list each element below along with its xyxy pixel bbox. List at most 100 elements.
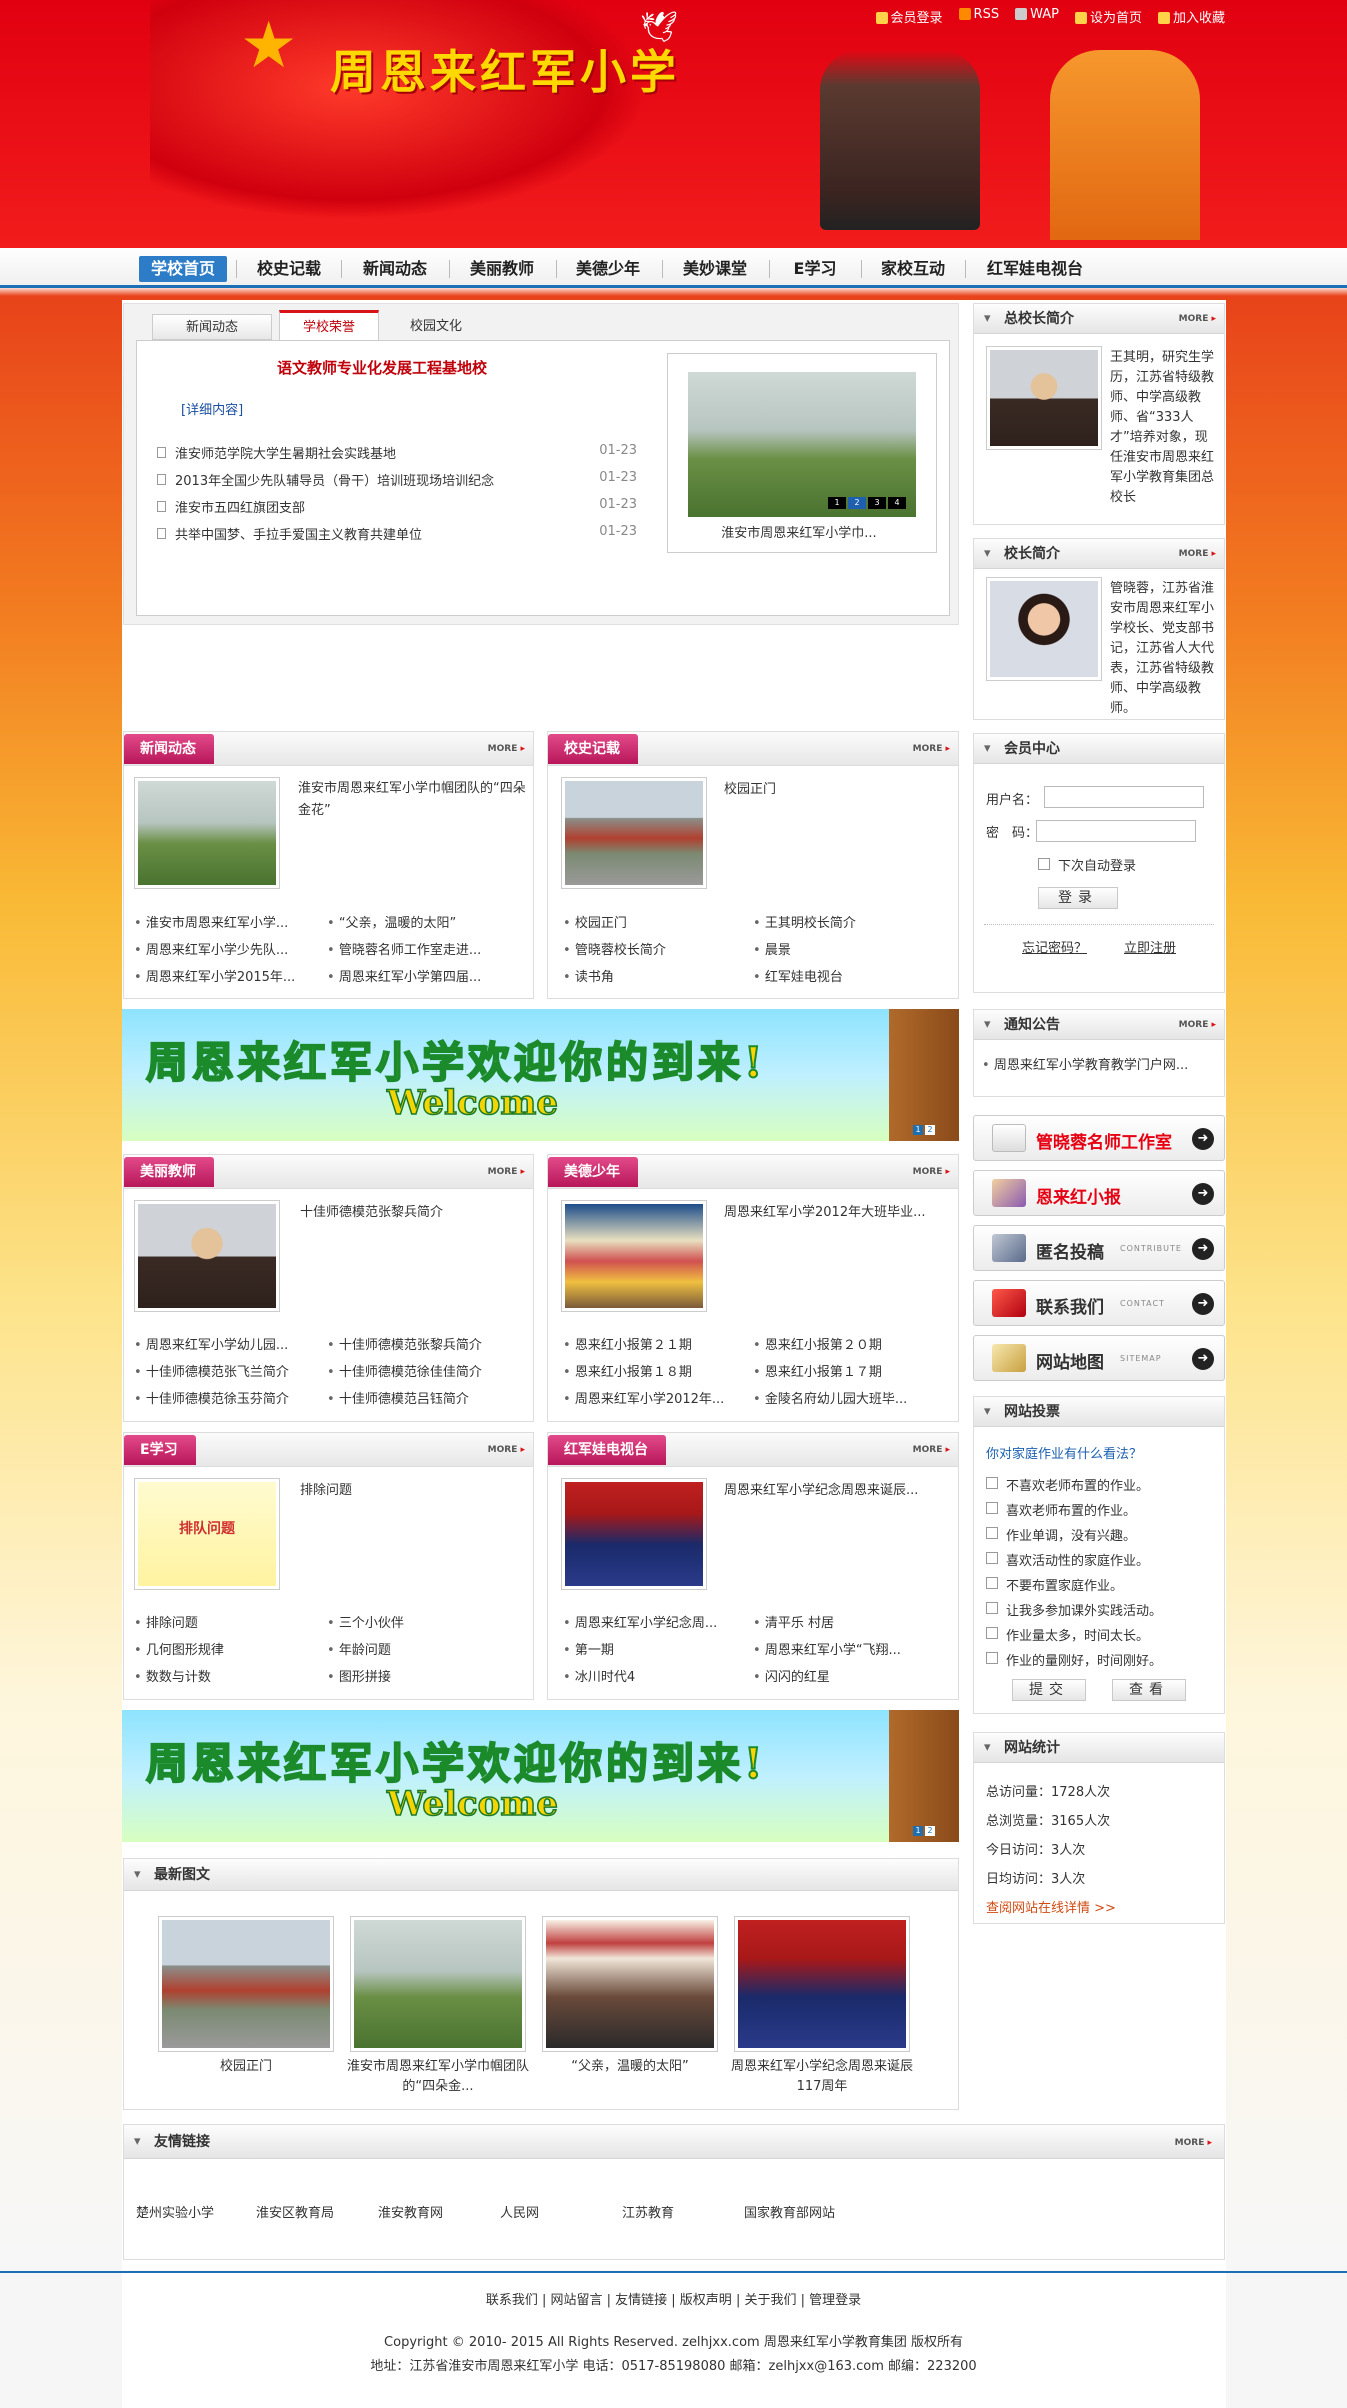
list-item[interactable]: 几何图形规律	[134, 1639, 319, 1658]
latest-thumbnail[interactable]	[542, 1916, 718, 2052]
vote-checkbox[interactable]	[986, 1627, 998, 1639]
list-item[interactable]: 周恩来红军小学纪念周...	[563, 1612, 748, 1631]
member-login-link[interactable]: 会员登录	[875, 7, 943, 26]
list-item[interactable]: 共举中国梦、手拉手爱国主义教育共建单位 01-23	[157, 524, 637, 544]
contribute-button[interactable]: 匿名投稿 CONTRIBUTE ➜	[973, 1225, 1225, 1271]
list-item[interactable]: 淮安市五四红旗团支部 01-23	[157, 497, 637, 517]
forgot-password-link[interactable]: 忘记密码？	[1022, 937, 1087, 956]
list-item[interactable]: 十佳师德模范徐佳佳简介	[327, 1361, 527, 1380]
list-item[interactable]: 第一期	[563, 1639, 748, 1658]
vote-checkbox[interactable]	[986, 1527, 998, 1539]
more-link[interactable]: MORE	[1179, 549, 1216, 559]
nav-teachers[interactable]: 美丽教师	[457, 256, 547, 282]
vote-option[interactable]: 让我多参加课外实践活动。	[986, 1600, 1162, 1619]
password-input[interactable]	[1036, 820, 1196, 842]
news-lead-title[interactable]: 淮安市周恩来红军小学巾帼团队的“四朵金花”	[298, 778, 526, 822]
footer-links[interactable]: 联系我们 | 网站留言 | 友情链接 | 版权声明 | 关于我们 | 管理登录	[0, 2289, 1347, 2308]
more-link[interactable]: MORE	[488, 1167, 525, 1177]
friend-link[interactable]: 楚州实验小学	[136, 2202, 214, 2221]
slide-page[interactable]: 2	[848, 497, 866, 509]
list-item[interactable]: 排除问题	[134, 1612, 319, 1631]
banner-page[interactable]: 1	[913, 1826, 923, 1836]
welcome-banner[interactable]: 周恩来红军小学欢迎你的到来! Welcome 12	[122, 1710, 959, 1842]
list-item[interactable]: 2013年全国少先队辅导员（骨干）培训班现场培训纪念 01-23	[157, 470, 637, 490]
banner-page[interactable]: 1	[913, 1125, 923, 1135]
feature-headline[interactable]: 语文教师专业化发展工程基地校	[187, 357, 577, 378]
vote-submit-button[interactable]: 提交	[1012, 1679, 1086, 1701]
list-item[interactable]: 周恩来红军小学2015年...	[134, 966, 314, 985]
list-item[interactable]: 恩来红小报第２０期	[753, 1334, 953, 1353]
tv-lead-title[interactable]: 周恩来红军小学纪念周恩来诞辰...	[724, 1479, 952, 1498]
wap-link[interactable]: WAP	[1015, 7, 1059, 26]
principal-photo[interactable]	[986, 577, 1102, 681]
youth-lead-title[interactable]: 周恩来红军小学2012年大班毕业...	[724, 1201, 952, 1220]
list-item[interactable]: 红军娃电视台	[753, 966, 953, 985]
vote-checkbox[interactable]	[986, 1552, 998, 1564]
more-link[interactable]: MORE	[913, 744, 950, 754]
latest-thumbnail[interactable]	[158, 1916, 334, 2052]
vote-option[interactable]: 作业量太多，时间太长。	[986, 1625, 1149, 1644]
teacher-lead-title[interactable]: 十佳师德模范张黎兵简介	[300, 1201, 443, 1220]
more-link[interactable]: MORE	[913, 1167, 950, 1177]
latest-thumbnail[interactable]	[350, 1916, 526, 2052]
more-link[interactable]: MORE	[1179, 1020, 1216, 1030]
list-item[interactable]: 周恩来红军小学2012年...	[563, 1388, 748, 1407]
remember-checkbox[interactable]	[1038, 858, 1050, 870]
list-item[interactable]: 恩来红小报第１８期	[563, 1361, 748, 1380]
sitemap-button[interactable]: 网站地图 SITEMAP ➜	[973, 1335, 1225, 1381]
friend-link[interactable]: 淮安教育网	[378, 2202, 443, 2221]
vote-option[interactable]: 不喜欢老师布置的作业。	[986, 1475, 1149, 1494]
slide-page[interactable]: 3	[868, 497, 886, 509]
slide-caption[interactable]: 淮安市周恩来红军小学巾...	[668, 522, 930, 541]
vote-checkbox[interactable]	[986, 1652, 998, 1664]
elearn-thumbnail[interactable]: 排队问题	[134, 1478, 280, 1590]
list-item[interactable]: 恩来红小报第１７期	[753, 1361, 953, 1380]
slide-page[interactable]: 1	[828, 497, 846, 509]
list-item[interactable]: 冰川时代4	[563, 1666, 748, 1685]
list-item[interactable]: 数数与计数	[134, 1666, 319, 1685]
slide-page[interactable]: 4	[888, 497, 906, 509]
list-item[interactable]: 十佳师德模范张黎兵简介	[327, 1334, 527, 1353]
friend-link[interactable]: 国家教育部网站	[744, 2202, 835, 2221]
vote-checkbox[interactable]	[986, 1602, 998, 1614]
add-favorite-link[interactable]: 加入收藏	[1157, 7, 1225, 26]
list-item[interactable]: 王其明校长简介	[753, 912, 953, 931]
list-item[interactable]: 读书角	[563, 966, 743, 985]
more-link[interactable]: MORE	[913, 1445, 950, 1455]
banner-page[interactable]: 2	[925, 1125, 935, 1135]
list-item[interactable]: 淮安师范学院大学生暑期社会实践基地 01-23	[157, 443, 637, 463]
contact-button[interactable]: 联系我们 CONTACT ➜	[973, 1280, 1225, 1326]
friend-link[interactable]: 人民网	[500, 2202, 539, 2221]
list-item[interactable]: 校园正门	[563, 912, 743, 931]
rss-link[interactable]: RSS	[958, 7, 999, 26]
vote-option[interactable]: 作业的量刚好，时间刚好。	[986, 1650, 1162, 1669]
nav-classroom[interactable]: 美妙课堂	[670, 256, 760, 282]
list-item[interactable]: 清平乐 村居	[753, 1612, 953, 1631]
list-item[interactable]: “父亲，温暖的太阳”	[327, 912, 527, 931]
list-item[interactable]: 管晓蓉名师工作室走进...	[327, 939, 527, 958]
friend-link[interactable]: 淮安区教育局	[256, 2202, 334, 2221]
feature-tab-culture[interactable]: 校园文化	[386, 314, 486, 340]
nav-history[interactable]: 校史记载	[246, 256, 332, 282]
detail-link[interactable]: [详细内容]	[181, 399, 243, 418]
more-link[interactable]: MORE	[1175, 2138, 1212, 2148]
list-item[interactable]: 周恩来红军小学“飞翔...	[753, 1639, 953, 1658]
banner-page[interactable]: 2	[925, 1826, 935, 1836]
latest-caption[interactable]: 淮安市周恩来红军小学巾帼团队的“四朵金...	[346, 2057, 530, 2097]
history-thumbnail[interactable]	[561, 777, 707, 889]
latest-thumbnail[interactable]	[734, 1916, 910, 2052]
nav-elearn[interactable]: E学习	[778, 256, 852, 282]
list-item[interactable]: 三个小伙伴	[327, 1612, 527, 1631]
list-item[interactable]: 晨景	[753, 939, 953, 958]
more-link[interactable]: MORE	[488, 1445, 525, 1455]
vote-option[interactable]: 作业单调，没有兴趣。	[986, 1525, 1136, 1544]
famous-teacher-studio-button[interactable]: 管晓蓉名师工作室 ➜	[973, 1115, 1225, 1161]
teacher-thumbnail[interactable]	[134, 1200, 280, 1312]
stats-detail-link[interactable]: 查阅网站在线详情 >>	[986, 1897, 1116, 1916]
list-item[interactable]: 十佳师德模范张飞兰简介	[134, 1361, 319, 1380]
nav-youth[interactable]: 美德少年	[563, 256, 653, 282]
username-input[interactable]	[1044, 786, 1204, 808]
more-link[interactable]: MORE	[488, 744, 525, 754]
register-link[interactable]: 立即注册	[1124, 937, 1176, 956]
set-homepage-link[interactable]: 设为首页	[1074, 7, 1142, 26]
